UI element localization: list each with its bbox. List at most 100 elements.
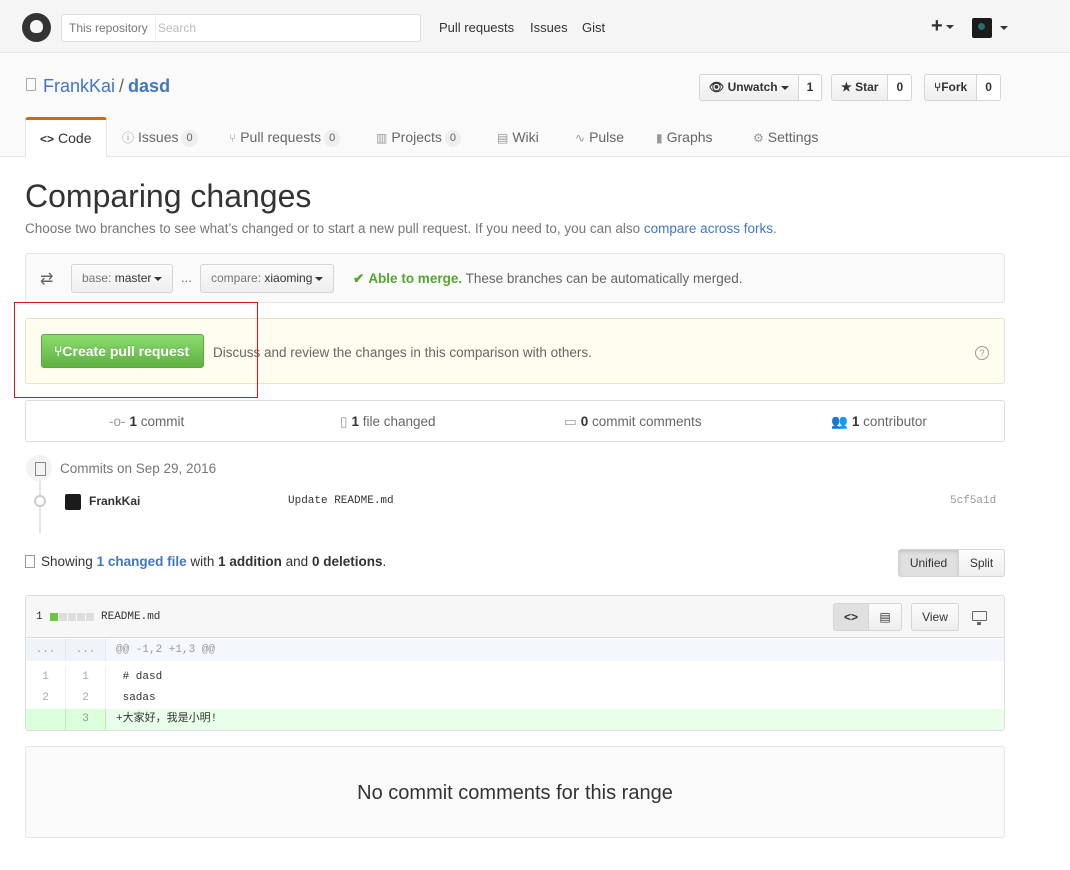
contributors-label: contributor [863,414,927,429]
help-question-icon[interactable]: ? [975,346,989,360]
tab-issues[interactable]: ⓘ Issues 0 [122,117,198,157]
old-line-number[interactable] [26,709,66,730]
with-text: with [190,554,215,569]
comments-label: commit comments [592,414,702,429]
additions-count: 1 addition [218,554,282,569]
and-text: and [285,554,309,569]
commits-summary[interactable]: -o- 1 commit [109,414,184,429]
old-line-number[interactable]: 1 [26,667,66,688]
comments-summary[interactable]: ▭ 0 commit comments [564,414,702,430]
commit-author[interactable]: FrankKai [89,494,140,508]
code-icon: <> [843,610,858,624]
changed-files-link[interactable]: 1 changed file [97,554,187,569]
view-file-button[interactable]: View [911,603,959,631]
commit-message[interactable]: Update README.md [288,495,394,507]
tab-pull-requests-count: 0 [324,130,341,147]
source-diff-button[interactable]: <> [833,603,869,631]
files-summary[interactable]: ▯ 1 file changed [340,414,436,430]
unified-view-button[interactable]: Unified [898,549,959,577]
hunk-header-row: ... ... @@ -1,2 +1,3 @@ [26,639,1004,661]
files-count: 1 [351,414,359,429]
star-icon: ★ [841,80,856,94]
user-avatar[interactable] [972,18,992,38]
tab-wiki[interactable]: ▤ Wiki [497,117,539,157]
contributors-summary[interactable]: 👥 1 contributor [831,414,927,430]
eye-icon: 👁 [709,80,728,94]
check-icon: ✔ [353,271,365,286]
rich-diff-button[interactable]: ▤ [868,603,902,631]
new-line-number[interactable]: 1 [66,667,106,688]
highlight-annotation-box [14,302,258,398]
no-comments-blankslate: No commit comments for this range [25,746,1005,838]
tab-settings-label: Settings [767,129,819,145]
page-subtitle: Choose two branches to see what’s change… [25,221,777,236]
nav-gist[interactable]: Gist [582,20,605,35]
commits-date-header: Commits on Sep 29, 2016 [60,461,217,476]
stars-count[interactable]: 0 [888,74,913,101]
diff-line-addition: 3 +大家好，我是小明! [26,709,1004,730]
hunk-expand-left[interactable]: ... [26,639,66,661]
new-line-number[interactable]: 3 [66,709,106,730]
tab-graphs[interactable]: ▮ Graphs [656,117,713,157]
commits-count: 1 [129,414,138,429]
diffstat-blocks [50,613,95,621]
unwatch-button[interactable]: 👁 Unwatch [699,74,799,101]
comment-icon: ▭ [564,414,577,429]
split-view-button[interactable]: Split [958,549,1005,577]
desktop-icon[interactable] [972,611,987,625]
deletions-count: 0 deletions [311,554,383,569]
star-group: ★ Star 0 [831,74,913,101]
book-icon: ▤ [497,131,509,145]
repo-owner-link[interactable]: FrankKai [43,76,115,96]
file-header: 1 README.md <> ▤ View [26,596,1004,638]
diff-line-code: # dasd [116,671,163,683]
tab-settings[interactable]: ⚙ Settings [753,117,818,157]
tab-pulse-label: Pulse [589,129,625,145]
repo-name-link[interactable]: dasd [128,76,170,96]
old-line-number[interactable]: 2 [26,688,66,709]
commit-sha[interactable]: 5cf5a1d [950,495,996,507]
issue-icon: ⓘ [122,131,135,145]
compare-branch-select[interactable]: compare: xiaoming [200,264,335,293]
people-icon: 👥 [831,414,848,429]
gear-icon: ⚙ [753,131,764,145]
compare-across-forks-link[interactable]: compare across forks [644,221,773,236]
diff-line-code: +大家好，我是小明! [116,713,218,725]
hunk-expand-right[interactable]: ... [66,639,106,661]
overall-summary: -o- 1 commit ▯ 1 file changed ▭ 0 commit co… [25,400,1005,442]
commit-author-avatar[interactable] [65,494,81,510]
tab-code[interactable]: <> Code [25,117,107,158]
base-branch-select[interactable]: base: master [71,264,174,293]
tab-pull-requests-label: Pull requests [240,129,322,145]
github-logo-icon[interactable] [22,13,51,42]
search-scope-label: This repository [62,15,156,41]
file-diff: 1 README.md <> ▤ View ... ... @@ -1,2 +1… [25,595,1005,731]
watchers-count[interactable]: 1 [798,74,823,101]
new-line-number[interactable]: 2 [66,688,106,709]
star-button[interactable]: ★ Star [831,74,889,101]
diff-line: 1 1 # dasd [26,667,1004,688]
commits-label: commit [140,414,185,429]
search-box[interactable]: This repository [61,14,421,42]
tab-pull-requests[interactable]: ⑂ Pull requests 0 [229,117,341,157]
tab-projects-label: Projects [391,129,442,145]
search-input[interactable] [158,18,408,38]
range-dots: ... [181,270,192,285]
nav-pull-requests[interactable]: Pull requests [439,20,514,35]
tab-projects[interactable]: ▥ Projects 0 [376,117,462,157]
fork-button[interactable]: ⑂Fork [924,74,978,101]
git-compare-icon[interactable]: ⇄ [40,269,53,289]
graph-icon: ▮ [656,131,663,145]
file-name[interactable]: README.md [101,611,160,623]
chevron-down-icon [780,85,789,90]
chevron-down-icon[interactable] [1000,26,1008,30]
tab-pulse[interactable]: ∿ Pulse [575,117,624,157]
chevron-down-icon [945,24,954,29]
new-menu-button[interactable]: + [931,15,954,38]
nav-issues[interactable]: Issues [530,20,568,35]
tab-code-label: Code [58,130,92,146]
forks-count[interactable]: 0 [977,74,1001,101]
period: . [382,554,387,569]
merge-status-text: These branches can be automatically merg… [465,271,743,286]
pulse-icon: ∿ [575,131,586,145]
